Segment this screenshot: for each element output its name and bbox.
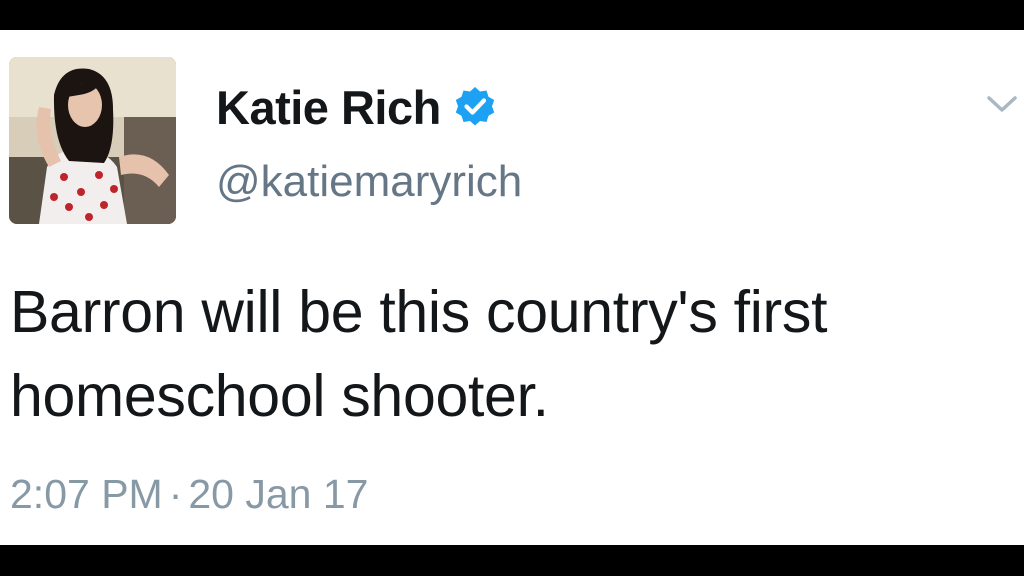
tweet-text-line: homeschool shooter. [10, 363, 549, 429]
tweet-time: 2:07 PM [10, 471, 163, 517]
screenshot-frame: Katie Rich @katiemaryrich Barron will be… [0, 0, 1024, 576]
tweet-date: 20 Jan 17 [188, 471, 369, 517]
author-handle[interactable]: @katiemaryrich [216, 160, 522, 204]
chevron-down-icon[interactable] [984, 90, 1020, 118]
timestamp-separator: · [168, 471, 183, 517]
verified-badge-icon [455, 87, 495, 126]
tweet-timestamp[interactable]: 2:07 PM · 20 Jan 17 [10, 474, 368, 515]
author-display-name[interactable]: Katie Rich [216, 84, 441, 131]
tweet-text-line: Barron will be this country's first [10, 279, 828, 345]
author-name-row[interactable]: Katie Rich [216, 78, 497, 136]
profile-photo-image [9, 57, 176, 224]
tweet-text: Barron will be this country's first home… [10, 270, 1010, 438]
tweet-card: Katie Rich @katiemaryrich Barron will be… [0, 30, 1024, 545]
avatar[interactable] [9, 57, 176, 224]
